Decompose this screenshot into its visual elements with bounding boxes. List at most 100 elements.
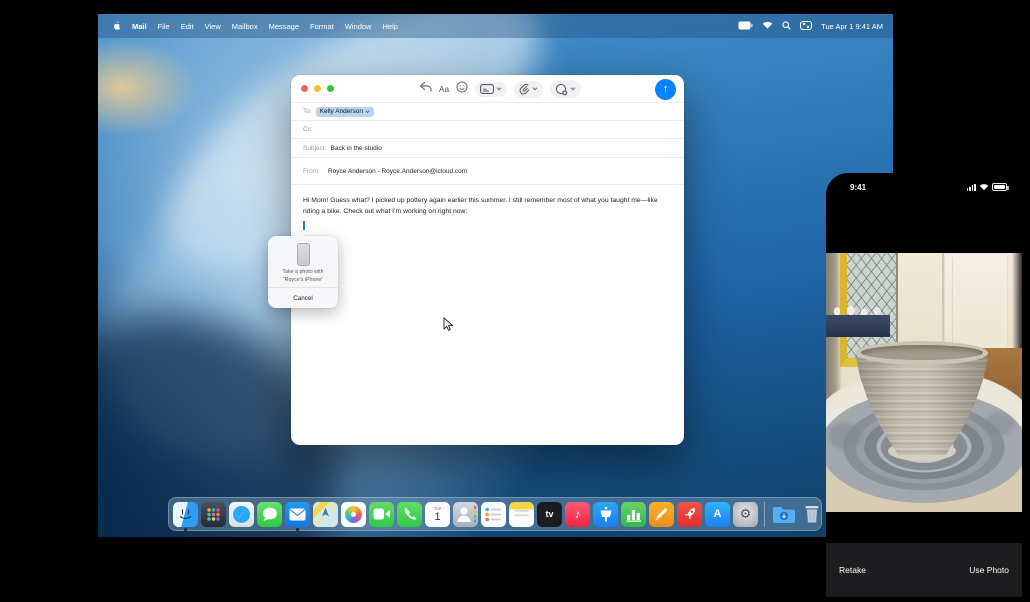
dock-rocket-icon[interactable] (677, 502, 702, 527)
mail-compose-window: Aa ↑ (291, 75, 684, 445)
running-indicator (184, 528, 187, 531)
menu-item-format[interactable]: Format (310, 22, 334, 31)
cc-label: Cc: (303, 126, 313, 133)
subject-label: Subject: (303, 145, 327, 152)
menu-item-view[interactable]: View (205, 22, 221, 31)
dock-contacts-icon[interactable] (453, 502, 478, 527)
minimize-window-button[interactable] (314, 85, 321, 92)
dock-photos-icon[interactable] (341, 502, 366, 527)
iphone-icon (297, 243, 310, 266)
format-text-button[interactable]: Aa (439, 85, 449, 94)
chevron-down-icon (365, 110, 370, 114)
wifi-icon (979, 178, 989, 196)
clay-smudge (828, 423, 862, 449)
recipient-token[interactable]: Kelly Anderson (316, 107, 374, 117)
use-photo-button[interactable]: Use Photo (969, 565, 1009, 575)
dock-safari-icon[interactable] (229, 502, 254, 527)
camera-action-bar: Retake Use Photo (826, 543, 1022, 597)
attach-file-button[interactable] (514, 81, 543, 98)
from-label: From: (303, 168, 320, 175)
chevron-down-icon (496, 87, 502, 91)
battery-icon (992, 183, 1007, 191)
dock-music-icon[interactable]: ♪ (565, 502, 590, 527)
gear-icon: ⚙ (740, 506, 752, 522)
music-note-glyph: ♪ (575, 507, 581, 521)
chevron-down-icon (532, 87, 538, 91)
desktop-canvas: Mail File Edit View Mailbox Message Form… (0, 0, 1030, 602)
wifi-icon[interactable] (762, 21, 773, 31)
mouse-cursor (443, 317, 454, 337)
undo-icon[interactable] (419, 80, 432, 98)
dock-pages-icon[interactable] (649, 502, 674, 527)
text-caret (303, 221, 305, 230)
dock-reminders-icon[interactable] (481, 502, 506, 527)
dock-downloads-folder-icon[interactable] (771, 502, 796, 527)
from-field[interactable]: From: Royce Anderson - Royce.Anderson@ic… (291, 158, 684, 185)
battery-icon[interactable] (738, 21, 753, 32)
subject-value: Back in the studio (331, 145, 382, 152)
subject-field[interactable]: Subject: Back in the studio (291, 139, 684, 158)
photos-flower-glyph (345, 506, 362, 523)
app-store-glyph: A (714, 508, 722, 520)
dock-messages-icon[interactable] (257, 502, 282, 527)
menu-bar-clock[interactable]: Tue Apr 1 9:41 AM (821, 22, 883, 31)
insert-from-iphone-button[interactable] (550, 80, 581, 98)
chevron-down-icon (570, 87, 576, 91)
running-indicator (296, 528, 299, 531)
apple-menu-icon[interactable] (112, 20, 121, 33)
menu-item-edit[interactable]: Edit (181, 22, 194, 31)
mac-display: Mail File Edit View Mailbox Message Form… (98, 14, 893, 537)
menu-item-mailbox[interactable]: Mailbox (232, 22, 258, 31)
menu-item-file[interactable]: File (158, 22, 170, 31)
search-icon[interactable] (782, 21, 791, 32)
calendar-day: 1 (434, 512, 440, 523)
from-value: Royce Anderson - Royce.Anderson@icloud.c… (328, 168, 467, 175)
iphone-camera-screen: 9:41 R (826, 173, 1022, 602)
dock-launchpad-icon[interactable] (201, 502, 226, 527)
menu-bar: Mail File Edit View Mailbox Message Form… (98, 14, 893, 38)
dock-keynote-icon[interactable] (593, 502, 618, 527)
cellular-signal-icon (967, 184, 976, 191)
control-center-icon[interactable] (800, 21, 812, 32)
to-label: To: (303, 108, 312, 115)
iphone-status-bar: 9:41 (826, 173, 1022, 197)
dock-facetime-icon[interactable] (369, 502, 394, 527)
popover-message: Take a photo with “Royce’s iPhone” (282, 269, 323, 284)
take-photo-popover: Take a photo with “Royce’s iPhone” Cance… (268, 236, 338, 308)
bowl-rim (856, 341, 988, 365)
to-field[interactable]: To: Kelly Anderson (291, 103, 684, 121)
cc-field[interactable]: Cc: (291, 121, 684, 139)
send-button[interactable]: ↑ (655, 79, 676, 100)
message-body[interactable]: Hi Mom! Guess what? I picked up pottery … (291, 185, 684, 217)
menu-item-message[interactable]: Message (269, 22, 299, 31)
dock-trash-icon[interactable] (799, 502, 824, 527)
dock-finder-icon[interactable] (173, 502, 198, 527)
zoom-window-button[interactable] (327, 85, 334, 92)
dock-mail-icon[interactable] (285, 502, 310, 527)
message-body-text: Hi Mom! Guess what? I picked up pottery … (303, 196, 672, 217)
emoji-icon[interactable] (456, 80, 468, 98)
photo-browser-button[interactable] (475, 82, 507, 97)
dock-tv-icon[interactable]: tv (537, 502, 562, 527)
menu-item-mail[interactable]: Mail (132, 22, 147, 31)
camera-viewfinder-photo (826, 253, 1022, 512)
clay-smudge (984, 413, 1014, 435)
dock-phone-icon[interactable] (397, 502, 422, 527)
dock-app-store-icon[interactable]: A (705, 502, 730, 527)
dock: Tue 1 tv ♪ (168, 497, 822, 531)
menu-item-window[interactable]: Window (345, 22, 372, 31)
dock-system-settings-icon[interactable]: ⚙ (733, 502, 758, 527)
window-title-bar[interactable]: Aa ↑ (291, 75, 684, 103)
cancel-button[interactable]: Cancel (268, 288, 338, 308)
dock-calendar-icon[interactable]: Tue 1 (425, 502, 450, 527)
menu-item-help[interactable]: Help (382, 22, 397, 31)
dock-notes-icon[interactable] (509, 502, 534, 527)
close-window-button[interactable] (301, 85, 308, 92)
dock-divider (764, 502, 765, 527)
shelf (826, 315, 890, 337)
retake-button[interactable]: Retake (839, 565, 866, 575)
dock-numbers-icon[interactable] (621, 502, 646, 527)
dock-maps-icon[interactable] (313, 502, 338, 527)
tv-glyph: tv (545, 509, 553, 519)
iphone-clock: 9:41 (850, 183, 866, 192)
